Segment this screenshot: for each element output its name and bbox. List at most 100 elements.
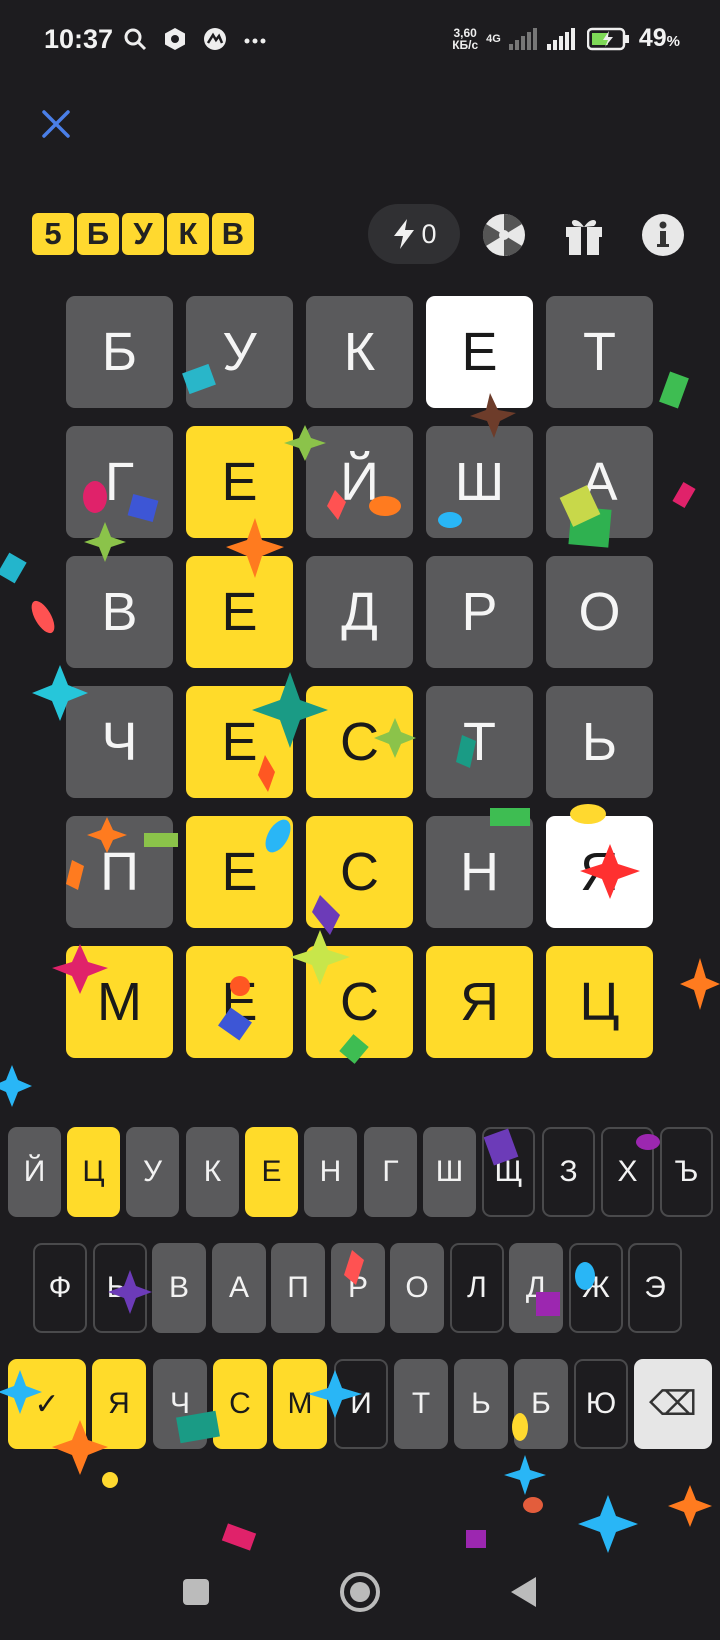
key[interactable]: Г	[364, 1127, 417, 1217]
key[interactable]: В	[152, 1243, 206, 1333]
key[interactable]: Ю	[574, 1359, 628, 1449]
key[interactable]: Р	[331, 1243, 385, 1333]
board-cell: Ш	[426, 426, 533, 538]
key[interactable]: Т	[394, 1359, 448, 1449]
battery-icon	[586, 27, 629, 50]
board-cell: Г	[66, 426, 173, 538]
board-cell: Й	[306, 426, 413, 538]
square-icon	[183, 1579, 209, 1605]
board-cell: С	[306, 946, 413, 1058]
confetti-piece	[504, 1455, 546, 1495]
board-cell: Ч	[66, 686, 173, 798]
gift-icon	[566, 219, 602, 255]
network-speed: 3,60 КБ/с	[452, 25, 479, 52]
signal-icon	[508, 27, 537, 50]
key[interactable]: Ь	[454, 1359, 508, 1449]
board-cell: Е	[426, 296, 533, 408]
board-cell: П	[66, 816, 173, 928]
close-icon	[42, 110, 70, 138]
hexagon-icon	[162, 26, 188, 52]
board-cell: Д	[306, 556, 413, 668]
key[interactable]: Б	[514, 1359, 568, 1449]
board-cell: Е	[186, 426, 293, 538]
board-cell: К	[306, 296, 413, 408]
board-cell: М	[66, 946, 173, 1058]
board-cell: Н	[426, 816, 533, 928]
app-notification-icon	[202, 26, 228, 52]
key[interactable]: Е	[245, 1127, 298, 1217]
home-button[interactable]	[338, 1570, 382, 1614]
key[interactable]: Ы	[93, 1243, 147, 1333]
key[interactable]: Э	[628, 1243, 682, 1333]
board-cell: Р	[426, 556, 533, 668]
confetti-piece	[680, 958, 720, 1010]
info-icon	[642, 214, 684, 256]
key[interactable]: Ш	[423, 1127, 476, 1217]
close-button[interactable]	[36, 104, 76, 144]
logo-tile: У	[122, 213, 164, 255]
key[interactable]: Л	[450, 1243, 504, 1333]
info-button[interactable]	[640, 212, 686, 258]
confetti-piece	[0, 552, 27, 584]
confetti-piece	[672, 481, 696, 509]
logo-tile: 5	[32, 213, 74, 255]
key[interactable]: О	[390, 1243, 444, 1333]
board-cell: Е	[186, 556, 293, 668]
key[interactable]: Ж	[569, 1243, 623, 1333]
board-cell: О	[546, 556, 653, 668]
back-button[interactable]	[502, 1570, 546, 1614]
more-dots-icon	[242, 26, 268, 52]
board-cell: Я	[546, 816, 653, 928]
key[interactable]: Н	[304, 1127, 357, 1217]
wheel-button[interactable]	[481, 212, 527, 258]
confetti-piece	[31, 600, 55, 634]
board-cell: Е	[186, 946, 293, 1058]
home-circle-icon	[340, 1572, 380, 1612]
battery-percent: 49%	[638, 24, 680, 52]
key[interactable]: М	[273, 1359, 327, 1449]
enter-key[interactable]: ✓	[8, 1359, 86, 1449]
board-cell: С	[306, 816, 413, 928]
key[interactable]: Я	[92, 1359, 146, 1449]
wheel-icon	[482, 213, 525, 257]
key[interactable]: Д	[509, 1243, 563, 1333]
network-type: 4G	[486, 32, 501, 45]
key[interactable]: П	[271, 1243, 325, 1333]
hint-button[interactable]: 0	[368, 204, 460, 264]
board-cell: У	[186, 296, 293, 408]
gift-button[interactable]	[561, 212, 607, 258]
key[interactable]: З	[542, 1127, 595, 1217]
app-logo: 5 Б У К В	[32, 213, 254, 255]
board-cell: В	[66, 556, 173, 668]
recents-button[interactable]	[174, 1570, 218, 1614]
board-cell: Ц	[546, 946, 653, 1058]
key[interactable]: У	[126, 1127, 179, 1217]
search-icon	[122, 26, 148, 52]
key[interactable]: Ф	[33, 1243, 87, 1333]
board-cell: Т	[426, 686, 533, 798]
key[interactable]: Й	[8, 1127, 61, 1217]
signal-icon-2	[546, 27, 575, 50]
key[interactable]: А	[212, 1243, 266, 1333]
key[interactable]: Щ	[482, 1127, 535, 1217]
key[interactable]: Ц	[67, 1127, 120, 1217]
status-time: 10:37	[44, 24, 114, 54]
board-cell: А	[546, 426, 653, 538]
board-cell: Е	[186, 686, 293, 798]
backspace-key[interactable]: ⌫	[634, 1359, 712, 1449]
key[interactable]: И	[334, 1359, 388, 1449]
key[interactable]: Х	[601, 1127, 654, 1217]
lightning-icon	[394, 219, 415, 249]
confetti-piece	[0, 1065, 32, 1107]
board-cell: Ь	[546, 686, 653, 798]
logo-tile: В	[212, 213, 254, 255]
key[interactable]: С	[213, 1359, 267, 1449]
hint-count: 0	[421, 218, 437, 249]
key[interactable]: Ч	[153, 1359, 207, 1449]
key[interactable]: К	[186, 1127, 239, 1217]
key[interactable]: Ъ	[660, 1127, 713, 1217]
confetti-piece	[668, 1485, 712, 1527]
board-cell: Т	[546, 296, 653, 408]
confetti-piece	[523, 1497, 543, 1513]
logo-tile: К	[167, 213, 209, 255]
